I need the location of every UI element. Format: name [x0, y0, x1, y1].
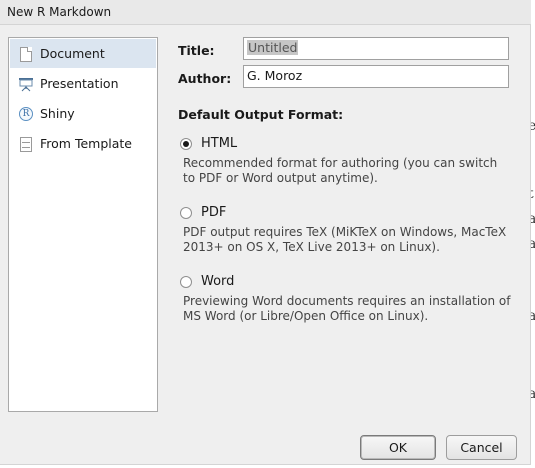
- format-sidebar: Document Presentation R Shiny From Templ…: [8, 37, 158, 412]
- radio-html[interactable]: HTML: [180, 136, 237, 151]
- title-input[interactable]: Untitled: [243, 37, 509, 60]
- radio-label: PDF: [201, 205, 227, 220]
- author-label: Author:: [178, 71, 232, 86]
- radio-button[interactable]: [180, 206, 192, 219]
- word-description: Previewing Word documents requires an in…: [183, 294, 511, 323]
- radio-label: HTML: [201, 136, 238, 151]
- sidebar-item-label: From Template: [40, 136, 132, 151]
- template-icon: [18, 136, 34, 152]
- radio-word[interactable]: Word: [180, 274, 234, 289]
- ok-button[interactable]: OK: [360, 435, 436, 460]
- sidebar-item-from-template[interactable]: From Template: [10, 129, 156, 158]
- cancel-button[interactable]: Cancel: [446, 435, 517, 460]
- sidebar-item-label: Presentation: [40, 76, 119, 91]
- pdf-description: PDF output requires TeX (MiKTeX on Windo…: [183, 225, 507, 254]
- title-bar[interactable]: New R Markdown: [0, 0, 531, 25]
- html-description: Recommended format for authoring (you ca…: [183, 156, 498, 185]
- output-format-heading: Default Output Format:: [178, 107, 344, 122]
- author-input-value: G. Moroz: [247, 68, 303, 83]
- title-label: Title:: [178, 43, 215, 58]
- author-input[interactable]: G. Moroz: [243, 65, 509, 88]
- title-input-value: Untitled: [247, 40, 299, 55]
- sidebar-item-shiny[interactable]: R Shiny: [10, 99, 156, 128]
- radio-button-selected[interactable]: [180, 137, 192, 150]
- sidebar-item-presentation[interactable]: Presentation: [10, 69, 156, 98]
- document-icon: [18, 46, 34, 62]
- window-title: New R Markdown: [7, 5, 112, 19]
- presentation-icon: [18, 76, 34, 92]
- shiny-icon: R: [18, 106, 34, 122]
- sidebar-item-label: Document: [40, 46, 105, 61]
- radio-pdf[interactable]: PDF: [180, 205, 226, 220]
- radio-button[interactable]: [180, 275, 192, 288]
- new-r-markdown-dialog: New R Markdown Document Presentation R S…: [0, 0, 531, 465]
- radio-label: Word: [201, 274, 235, 289]
- sidebar-item-label: Shiny: [40, 106, 75, 121]
- sidebar-item-document[interactable]: Document: [10, 39, 156, 68]
